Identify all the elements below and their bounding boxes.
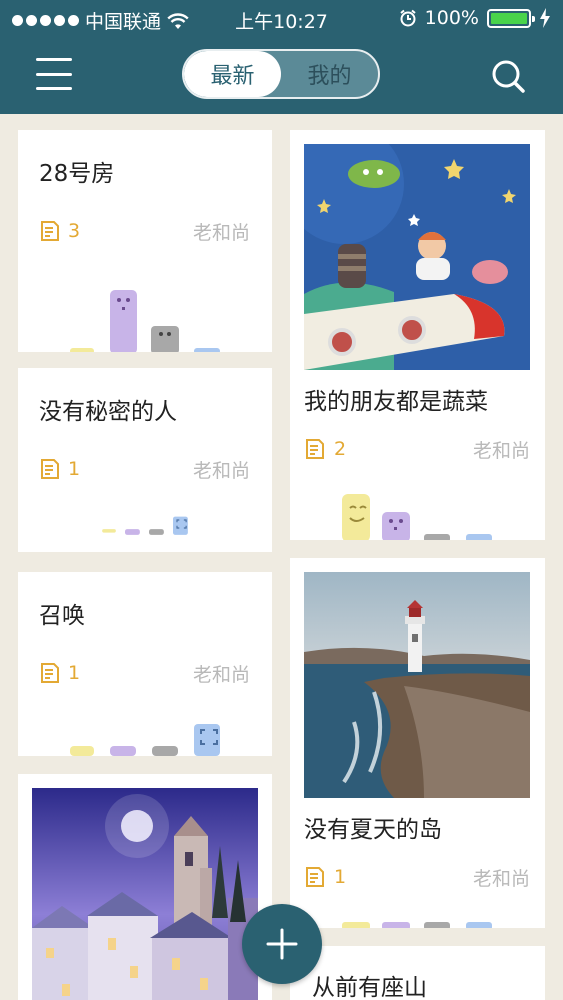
- plus-icon: [266, 928, 298, 960]
- hamburger-line: [36, 58, 72, 61]
- story-card[interactable]: 28号房 3 老和尚: [18, 130, 272, 352]
- story-count: 3: [68, 220, 81, 242]
- story-count-icon: [306, 439, 324, 459]
- nav-bar: 最新 我的: [0, 38, 563, 114]
- tab-mine[interactable]: 我的: [281, 51, 378, 97]
- card-title: 没有夏天的岛: [304, 817, 442, 843]
- author-name: 老和尚: [192, 222, 250, 244]
- story-count: 2: [334, 438, 347, 460]
- story-count-icon: [306, 867, 324, 887]
- monster-decoration: [70, 724, 220, 756]
- story-card[interactable]: 没有夏天的岛 1 老和尚: [290, 558, 545, 928]
- segmented-control: 最新 我的: [182, 49, 380, 99]
- cover-image: [32, 788, 258, 1000]
- author-name: 老和尚: [472, 868, 530, 890]
- story-card[interactable]: 我的朋友都是蔬菜 2 老和尚: [290, 130, 545, 540]
- hamburger-line: [36, 72, 72, 76]
- story-card[interactable]: 召唤 1 老和尚: [18, 572, 272, 756]
- monster-decoration: [342, 494, 492, 540]
- author-name: 老和尚: [192, 460, 250, 482]
- card-title: 没有秘密的人: [39, 399, 177, 425]
- tab-latest[interactable]: 最新: [184, 51, 281, 97]
- story-count-icon: [41, 221, 59, 241]
- status-bar: 中国联通 上午10:27 100%: [0, 0, 563, 38]
- card-title: 召唤: [39, 603, 85, 629]
- menu-button[interactable]: [36, 58, 72, 90]
- monster-decoration: [70, 290, 220, 352]
- card-title: 从前有座山: [312, 975, 427, 1000]
- author-name: 老和尚: [192, 664, 250, 686]
- author-name: 老和尚: [472, 440, 530, 462]
- alarm-icon: [400, 9, 416, 27]
- story-card[interactable]: [18, 774, 272, 1000]
- status-right: 100%: [399, 7, 551, 29]
- story-card[interactable]: 没有秘密的人 1 老和尚: [18, 368, 272, 552]
- monster-decoration: [102, 516, 188, 535]
- story-count-icon: [41, 663, 59, 683]
- search-icon[interactable]: [490, 58, 526, 94]
- add-story-button[interactable]: [242, 904, 322, 984]
- card-title: 我的朋友都是蔬菜: [304, 389, 488, 415]
- cover-image: [304, 144, 530, 370]
- story-card[interactable]: 从前有座山: [290, 946, 545, 1000]
- charging-icon: [540, 8, 550, 28]
- battery-percent: 100%: [424, 7, 479, 29]
- story-count: 1: [68, 662, 81, 684]
- hamburger-line: [36, 87, 72, 90]
- card-title: 28号房: [39, 161, 115, 187]
- cover-image: [304, 572, 530, 798]
- monster-decoration: [342, 922, 492, 928]
- battery-icon: [487, 8, 535, 28]
- story-count-icon: [41, 459, 59, 479]
- story-count: 1: [68, 458, 81, 480]
- story-count: 1: [334, 866, 347, 888]
